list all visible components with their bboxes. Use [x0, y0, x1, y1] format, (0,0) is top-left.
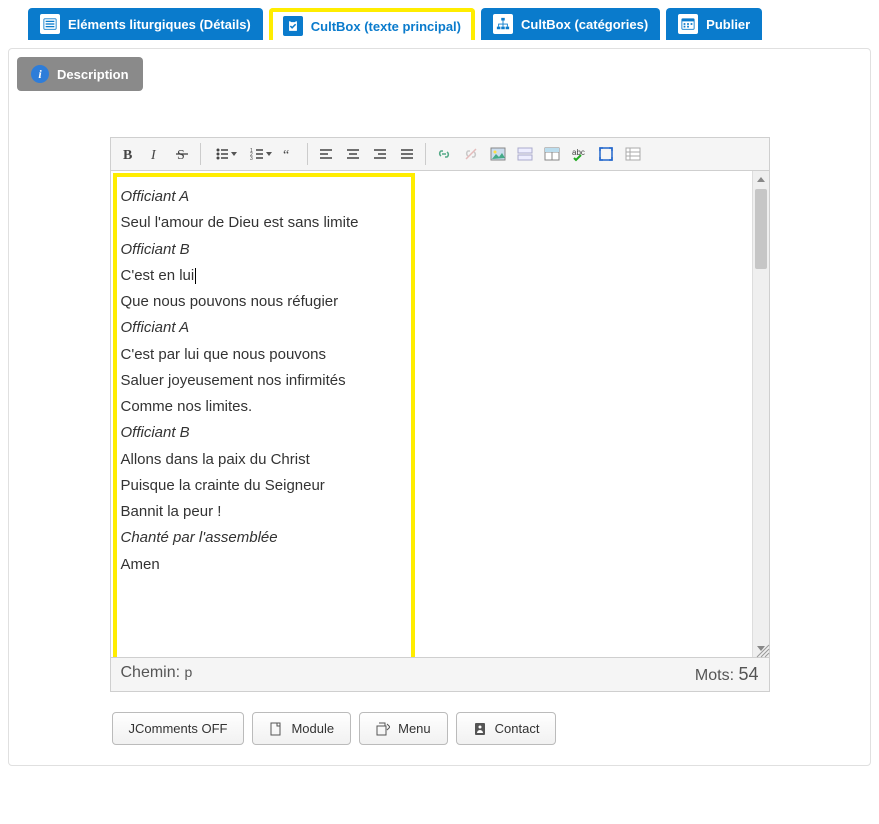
editor-toolbar: B I S 123 “ abc [110, 137, 770, 170]
editor-container: B I S 123 “ abc Officiant ASeul l' [110, 137, 770, 745]
bottom-button-row: JComments OFF Module Menu Contact [110, 712, 770, 745]
image-button[interactable] [485, 141, 511, 167]
editor-line[interactable]: Officiant B [121, 240, 407, 260]
description-label: Description [57, 67, 129, 82]
tab-label: CultBox (catégories) [521, 17, 648, 32]
bold-button[interactable]: B [115, 141, 141, 167]
toolbar-sep [307, 143, 308, 165]
align-justify-button[interactable] [394, 141, 420, 167]
editor-line[interactable]: C'est par lui que nous pouvons [121, 345, 407, 365]
editor-line[interactable]: C'est en lui [121, 266, 407, 286]
italic-button[interactable]: I [142, 141, 168, 167]
share-icon [376, 722, 390, 736]
sitemap-icon [493, 14, 513, 34]
resize-handle[interactable] [756, 644, 770, 658]
tab-publier[interactable]: Publier [666, 8, 762, 40]
path-label: Chemin: [121, 664, 181, 681]
scroll-up-arrow[interactable] [753, 171, 769, 188]
editor-line[interactable]: Puisque la crainte du Seigneur [121, 476, 407, 496]
editor-line[interactable]: Allons dans la paix du Christ [121, 450, 407, 470]
editor-line[interactable]: Chanté par l'assemblée [121, 528, 407, 548]
editor-line[interactable]: Saluer joyeusement nos infirmités [121, 371, 407, 391]
editor-line[interactable]: Seul l'amour de Dieu est sans limite [121, 213, 407, 233]
table-button[interactable] [539, 141, 565, 167]
jcomments-button[interactable]: JComments OFF [112, 712, 245, 745]
calendar-icon [678, 14, 698, 34]
editor-line[interactable]: Officiant A [121, 318, 407, 338]
editor-line[interactable]: Comme nos limites. [121, 397, 407, 417]
blockquote-button[interactable]: “ [276, 141, 302, 167]
align-right-button[interactable] [367, 141, 393, 167]
contact-label: Contact [495, 721, 540, 736]
hr-button[interactable] [512, 141, 538, 167]
editor-statusbar: Chemin: p Mots: 54 [110, 658, 770, 692]
unlink-button[interactable] [458, 141, 484, 167]
editor-line[interactable]: Officiant B [121, 423, 407, 443]
description-button[interactable]: i Description [17, 57, 143, 91]
contact-icon [473, 722, 487, 736]
svg-text:3: 3 [250, 156, 253, 162]
words-value: 54 [738, 664, 758, 684]
tab-label: CultBox (texte principal) [311, 19, 461, 34]
path-value[interactable]: p [185, 664, 193, 680]
align-center-button[interactable] [340, 141, 366, 167]
svg-text:B: B [123, 148, 132, 162]
tab-cultbox-categories[interactable]: CultBox (catégories) [481, 8, 660, 40]
editor-line[interactable]: Bannit la peur ! [121, 502, 407, 522]
path-section: Chemin: p [121, 664, 193, 685]
toolbar-sep [425, 143, 426, 165]
ul-button[interactable] [206, 141, 240, 167]
editor-body: Officiant A Seul l'amour de Dieu est sans… [110, 170, 770, 658]
clipboard-icon [283, 16, 303, 36]
main-panel: i Description B I S 123 “ abc [8, 48, 871, 766]
svg-text:“: “ [283, 148, 289, 162]
module-icon [269, 722, 283, 736]
editor-line[interactable]: Amen [121, 555, 407, 575]
svg-text:I: I [150, 148, 157, 162]
source-button[interactable] [620, 141, 646, 167]
editor-textarea[interactable]: Officiant A Seul l'amour de Dieu est sans… [111, 171, 752, 657]
content-selection-frame: Officiant A Seul l'amour de Dieu est sans… [113, 173, 415, 657]
link-button[interactable] [431, 141, 457, 167]
spellcheck-button[interactable]: abc [566, 141, 592, 167]
scroll-thumb[interactable] [755, 189, 767, 269]
menu-label: Menu [398, 721, 431, 736]
jcomments-label: JComments OFF [129, 721, 228, 736]
svg-text:abc: abc [572, 148, 585, 157]
tab-label: Eléments liturgiques (Détails) [68, 17, 251, 32]
fullscreen-button[interactable] [593, 141, 619, 167]
contact-button[interactable]: Contact [456, 712, 557, 745]
svg-text:S: S [177, 148, 185, 162]
words-label: Mots: [695, 667, 734, 684]
tab-row: Eléments liturgiques (Détails) CultBox (… [8, 8, 871, 40]
list-detail-icon [40, 14, 60, 34]
module-button[interactable]: Module [252, 712, 351, 745]
editor-line[interactable]: Officiant A [121, 187, 407, 207]
module-label: Module [291, 721, 334, 736]
strikethrough-button[interactable]: S [169, 141, 195, 167]
scrollbar[interactable] [752, 171, 769, 657]
tab-cultbox-texte[interactable]: CultBox (texte principal) [269, 8, 475, 40]
tab-label: Publier [706, 17, 750, 32]
toolbar-sep [200, 143, 201, 165]
ol-button[interactable]: 123 [241, 141, 275, 167]
editor-line[interactable]: Que nous pouvons nous réfugier [121, 292, 407, 312]
align-left-button[interactable] [313, 141, 339, 167]
tab-elements-liturgiques[interactable]: Eléments liturgiques (Détails) [28, 8, 263, 40]
menu-button[interactable]: Menu [359, 712, 448, 745]
info-icon: i [31, 65, 49, 83]
words-section: Mots: 54 [695, 664, 759, 685]
